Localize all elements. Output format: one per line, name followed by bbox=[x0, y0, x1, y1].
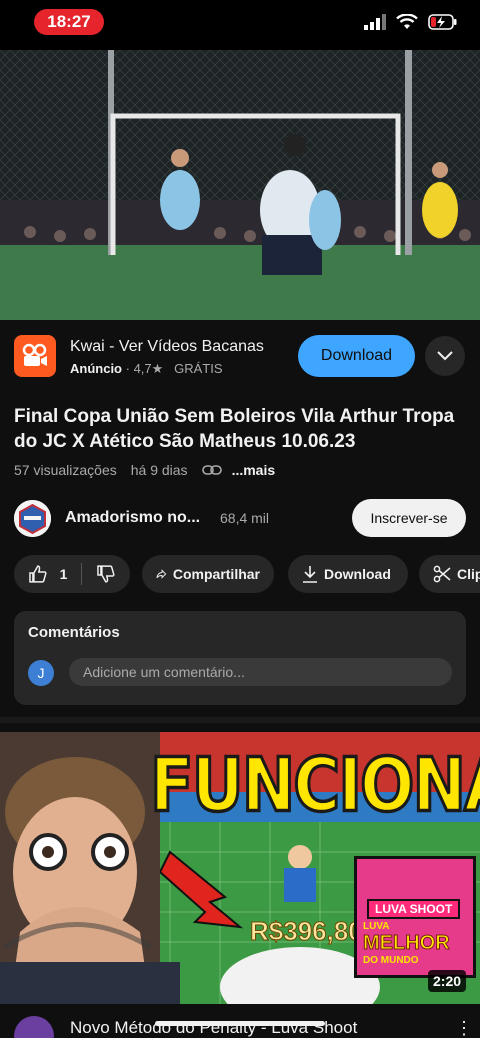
inset-line1: LUVA bbox=[363, 921, 390, 932]
channel-row[interactable]: Amadorismo no... 68,4 mil Inscrever-se bbox=[0, 496, 480, 542]
download-button[interactable]: Download bbox=[288, 555, 408, 593]
battery-charging-icon bbox=[428, 14, 457, 30]
link-icon bbox=[201, 465, 222, 475]
scissors-icon bbox=[433, 565, 451, 583]
comments-panel[interactable]: Comentários J Adicione um comentário... bbox=[14, 611, 466, 705]
share-label: Compartilhar bbox=[172, 566, 260, 582]
ad-title[interactable]: Kwai - Ver Vídeos Bacanas bbox=[70, 338, 264, 356]
kwai-logo-icon bbox=[14, 335, 56, 377]
more-description-link[interactable]: ...mais bbox=[232, 462, 276, 478]
home-indicator bbox=[155, 1021, 325, 1026]
signal-icon bbox=[364, 14, 386, 30]
duration-badge: 2:20 bbox=[428, 970, 467, 992]
channel-avatar[interactable] bbox=[14, 500, 51, 537]
clip-label: Clip bbox=[457, 566, 480, 582]
status-bar: 18:27 bbox=[0, 0, 480, 50]
thumbnail-inset: LUVA SHOOT LUVA MELHOR DO MUNDO bbox=[354, 856, 476, 978]
subscriber-count: 68,4 mil bbox=[220, 510, 270, 526]
section-divider bbox=[0, 717, 480, 723]
dislike-icon[interactable] bbox=[96, 564, 116, 584]
channel-name[interactable]: Amadorismo no... bbox=[65, 509, 200, 527]
like-dislike-chip: 1 bbox=[14, 555, 130, 593]
download-icon bbox=[303, 566, 317, 583]
ad-subtitle: Anúncio · 4,7★ GRÁTIS bbox=[70, 361, 223, 376]
user-avatar: J bbox=[28, 660, 54, 686]
video-frame bbox=[0, 50, 480, 320]
comments-title: Comentários bbox=[28, 624, 120, 641]
ad-label: Anúncio bbox=[70, 361, 122, 376]
video-title[interactable]: Final Copa União Sem Boleiros Vila Arthu… bbox=[14, 404, 474, 454]
comment-input[interactable]: Adicione um comentário... bbox=[69, 658, 452, 686]
inset-line3: DO MUNDO bbox=[363, 955, 419, 966]
video-player[interactable] bbox=[0, 50, 480, 320]
chevron-down-icon bbox=[437, 351, 453, 361]
inset-line2: MELHOR bbox=[363, 932, 451, 954]
next-channel-avatar[interactable] bbox=[14, 1016, 54, 1038]
upload-age: há 9 dias bbox=[130, 462, 188, 478]
like-icon[interactable] bbox=[28, 564, 48, 584]
view-count: 57 visualizações bbox=[14, 462, 117, 478]
like-count: 1 bbox=[59, 566, 68, 582]
ad-price: GRÁTIS bbox=[174, 361, 223, 376]
ad-download-button[interactable]: Download bbox=[298, 335, 415, 377]
more-vert-icon[interactable]: ⋮ bbox=[455, 1018, 473, 1038]
clip-button[interactable]: Clip bbox=[419, 555, 480, 593]
thumbnail-money: R$396,80 bbox=[250, 916, 364, 947]
thumbnail-headline: FUNCIONA? bbox=[149, 742, 480, 831]
action-bar: 1 Compartilhar Download Clip bbox=[14, 555, 480, 593]
status-time: 18:27 bbox=[34, 9, 104, 35]
next-video-thumbnail[interactable]: FUNCIONA? R$396,80 LUVA SHOOT LUVA MELHO… bbox=[0, 732, 480, 1004]
wifi-icon bbox=[396, 14, 418, 29]
ad-rating: 4,7★ bbox=[133, 361, 164, 376]
video-meta[interactable]: 57 visualizações há 9 dias ...mais bbox=[14, 462, 275, 478]
ad-row[interactable]: Kwai - Ver Vídeos Bacanas Anúncio · 4,7★… bbox=[0, 322, 480, 392]
ad-expand-button[interactable] bbox=[425, 336, 465, 376]
inset-tag: LUVA SHOOT bbox=[367, 899, 461, 919]
subscribe-button[interactable]: Inscrever-se bbox=[352, 499, 466, 537]
status-icons bbox=[364, 14, 458, 30]
download-label: Download bbox=[324, 566, 391, 582]
like-divider bbox=[81, 563, 83, 585]
share-button[interactable]: Compartilhar bbox=[142, 555, 274, 593]
share-icon bbox=[156, 569, 167, 579]
